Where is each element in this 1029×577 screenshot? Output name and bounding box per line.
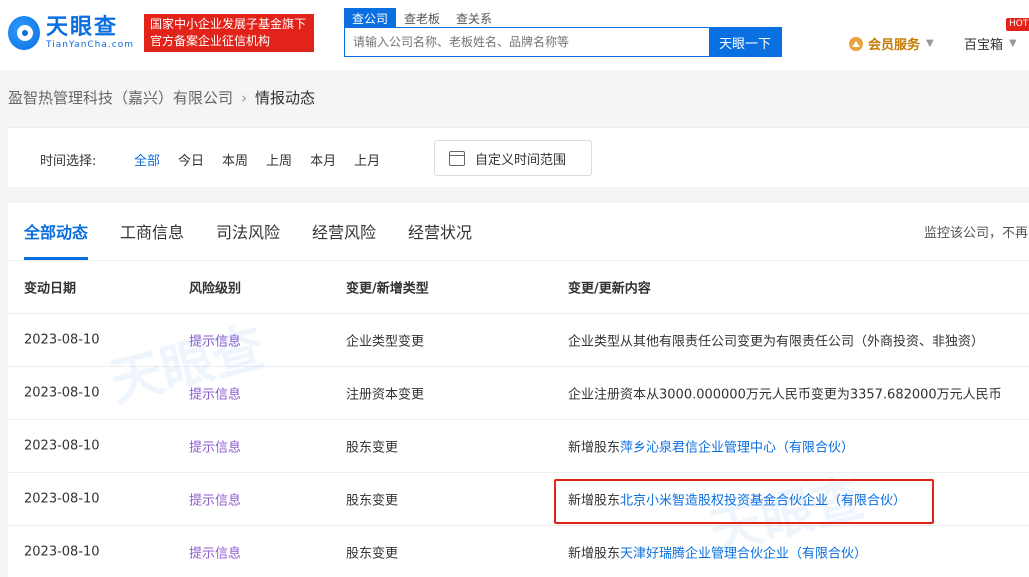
row-change-type: 企业类型变更 — [346, 334, 425, 350]
row-change-content: 新增股东天津好瑞腾企业管理合伙企业（有限合伙） — [568, 543, 867, 562]
member-service-label: 会员服务 — [868, 38, 921, 53]
row-change-content: 企业类型从其他有限责任公司变更为有限责任公司（外商投资、非独资） — [568, 331, 984, 350]
tab-operation-status[interactable]: 经营状况 — [408, 219, 472, 243]
table-row: 2023-08-10 提示信息 企业类型变更 企业类型从其他有限责任公司变更为有… — [8, 314, 1029, 367]
member-service-menu[interactable]: 会员服务 ▼ — [849, 34, 934, 53]
crown-icon — [849, 36, 863, 51]
row-change-type: 股东变更 — [346, 440, 399, 456]
chevron-down-icon: ▼ — [1009, 38, 1017, 49]
tab-search-boss[interactable]: 查老板 — [396, 8, 448, 27]
row-change-type: 注册资本变更 — [346, 387, 425, 403]
content-text: 企业类型从其他有限责任公司变更为有限责任公司（外商投资、非独资） — [568, 334, 985, 350]
tab-judicial-risk[interactable]: 司法风险 — [216, 219, 280, 243]
table-row: 2023-08-10 提示信息 股东变更 新增股东萍乡沁泉君信企业管理中心（有限… — [8, 420, 1029, 473]
top-header: 天眼查 TianYanCha.com 国家中小企业发展子基金旗下 官方备案企业征… — [0, 0, 1029, 70]
row-date: 2023-08-10 — [24, 438, 100, 454]
row-change-type: 股东变更 — [346, 546, 399, 562]
row-date: 2023-08-10 — [24, 544, 100, 560]
tab-business-info[interactable]: 工商信息 — [120, 219, 184, 243]
eye-logo-icon — [8, 16, 40, 50]
filter-option-last-month[interactable]: 上月 — [354, 150, 380, 169]
filter-option-this-week[interactable]: 本周 — [222, 150, 248, 169]
search-button[interactable]: 天眼一下 — [709, 28, 781, 56]
tab-operation-risk[interactable]: 经营风险 — [312, 219, 376, 243]
shareholder-link[interactable]: 萍乡沁泉君信企业管理中心（有限合伙） — [620, 441, 854, 456]
filter-option-this-month[interactable]: 本月 — [310, 150, 336, 169]
row-risk-level: 提示信息 — [189, 546, 242, 562]
custom-range-button[interactable]: 自定义时间范围 — [434, 140, 592, 176]
tab-all-updates[interactable]: 全部动态 — [24, 219, 88, 243]
time-filter-label: 时间选择: — [40, 154, 97, 169]
filter-option-last-week[interactable]: 上周 — [266, 150, 292, 169]
category-tabs: 全部动态 工商信息 司法风险 经营风险 经营状况 监控该公司，不再 — [8, 203, 1029, 261]
search-type-tabs: 查公司 查老板 查关系 — [344, 8, 500, 27]
highlight-box — [554, 479, 934, 524]
monitor-company-text[interactable]: 监控该公司，不再 — [924, 222, 1028, 241]
shareholder-link[interactable]: 天津好瑞腾企业管理合伙企业（有限合伙） — [620, 547, 867, 562]
content-text: 新增股东 — [568, 440, 621, 456]
badge-line-1: 国家中小企业发展子基金旗下 — [150, 17, 307, 31]
logo-en-text: TianYanCha.com — [45, 40, 134, 50]
baibox-menu[interactable]: 百宝箱 ▼ — [964, 34, 1017, 53]
time-filter-options: 全部 今日 本周 上周 本月 上月 — [134, 150, 398, 169]
row-change-type: 股东变更 — [346, 493, 399, 509]
logo-cn-text: 天眼查 — [45, 15, 118, 40]
row-risk-level: 提示信息 — [189, 493, 242, 509]
header-change-type: 变更/新增类型 — [346, 281, 429, 297]
row-risk-level: 提示信息 — [189, 387, 242, 403]
baibox-label: 百宝箱 — [964, 38, 1004, 53]
breadcrumb-current: 情报动态 — [255, 89, 316, 107]
row-date: 2023-08-10 — [24, 332, 100, 348]
table-header-row: 变动日期 风险级别 变更/新增类型 变更/更新内容 — [8, 261, 1029, 314]
row-risk-level: 提示信息 — [189, 440, 242, 456]
header-change-content: 变更/更新内容 — [568, 281, 651, 297]
content-text: 企业注册资本从3000.000000万元人民币变更为3357.682000万元人… — [568, 387, 1002, 403]
calendar-icon — [449, 150, 465, 166]
search-bar: 天眼一下 — [344, 27, 782, 57]
content-text: 新增股东 — [568, 546, 621, 562]
table-row: 2023-08-10 提示信息 股东变更 新增股东天津好瑞腾企业管理合伙企业（有… — [8, 526, 1029, 577]
row-risk-level: 提示信息 — [189, 334, 242, 350]
official-badge: 国家中小企业发展子基金旗下 官方备案企业征信机构 — [144, 14, 314, 52]
chevron-down-icon: ▼ — [926, 38, 934, 49]
filter-option-all[interactable]: 全部 — [134, 150, 160, 169]
hot-badge: HOT — [1006, 18, 1029, 31]
table-row: 2023-08-10 提示信息 注册资本变更 企业注册资本从3000.00000… — [8, 367, 1029, 420]
badge-line-2: 官方备案企业征信机构 — [150, 34, 271, 48]
filter-option-today[interactable]: 今日 — [178, 150, 204, 169]
breadcrumb-company-link[interactable]: 盈智热管理科技（嘉兴）有限公司 — [8, 87, 233, 108]
custom-range-label: 自定义时间范围 — [475, 152, 567, 168]
row-date: 2023-08-10 — [24, 491, 100, 507]
active-tab-indicator — [24, 257, 88, 260]
intelligence-panel: 天眼查 天眼查 全部动态 工商信息 司法风险 经营风险 经营状况 监控该公司，不… — [8, 203, 1029, 577]
header-date: 变动日期 — [24, 281, 77, 297]
row-change-content: 新增股东萍乡沁泉君信企业管理中心（有限合伙） — [568, 437, 854, 456]
time-filter-bar: 时间选择: 全部 今日 本周 上周 本月 上月 自定义时间范围 — [8, 127, 1029, 187]
header-risk-level: 风险级别 — [189, 281, 242, 297]
breadcrumb-separator: › — [241, 88, 248, 107]
search-input[interactable] — [345, 28, 709, 56]
row-date: 2023-08-10 — [24, 385, 100, 401]
logo[interactable]: 天眼查 TianYanCha.com — [8, 10, 134, 56]
row-change-content: 企业注册资本从3000.000000万元人民币变更为3357.682000万元人… — [568, 384, 1002, 403]
breadcrumb: 盈智热管理科技（嘉兴）有限公司 › 情报动态 — [8, 87, 315, 108]
tab-search-company[interactable]: 查公司 — [344, 8, 397, 27]
tab-search-relation[interactable]: 查关系 — [448, 8, 500, 27]
